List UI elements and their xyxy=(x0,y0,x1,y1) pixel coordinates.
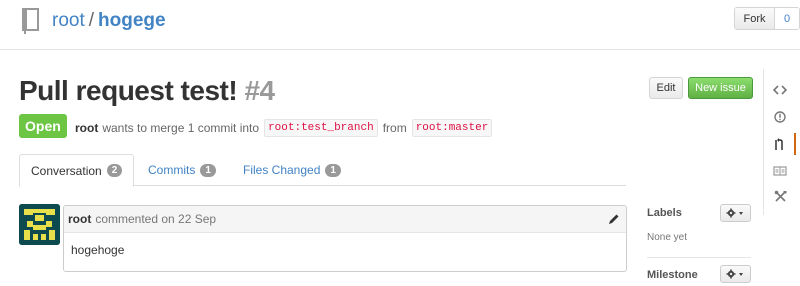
sidebar-divider xyxy=(647,257,751,258)
tab-conversation[interactable]: Conversation 2 xyxy=(19,154,135,187)
base-branch: root:test_branch xyxy=(264,119,378,137)
wiki-icon xyxy=(773,166,787,176)
pr-title-text: Pull request test! xyxy=(19,75,238,106)
nav-pull-requests[interactable] xyxy=(764,133,796,155)
nav-wiki[interactable] xyxy=(764,160,796,182)
identicon-image xyxy=(19,204,60,245)
fork-button-group: Fork 0 xyxy=(734,7,800,30)
fork-count[interactable]: 0 xyxy=(775,8,799,29)
from-text: from xyxy=(382,121,407,135)
nav-settings[interactable] xyxy=(764,185,796,207)
labels-heading: Labels xyxy=(647,207,682,219)
pr-tabs: Conversation 2 Commits 1 Files Changed 1 xyxy=(19,154,626,187)
gear-icon xyxy=(726,269,743,279)
gear-icon xyxy=(726,208,743,218)
pencil-icon[interactable] xyxy=(608,213,620,225)
comment-meta[interactable]: commented on 22 Sep xyxy=(95,212,216,226)
comment-body: hogehoge xyxy=(71,243,125,257)
repo-separator: / xyxy=(88,10,95,31)
labels-settings-button[interactable] xyxy=(720,204,751,222)
tab-commits[interactable]: Commits 1 xyxy=(137,154,227,186)
tab-count: 1 xyxy=(325,163,341,177)
pull-request-icon xyxy=(775,137,783,150)
nav-issues[interactable] xyxy=(764,106,796,128)
issues-icon xyxy=(774,111,786,123)
page-title: Pull request test! #4 xyxy=(19,75,275,107)
status-badge: Open xyxy=(19,114,67,138)
pr-number: #4 xyxy=(244,75,275,106)
milestone-heading: Milestone xyxy=(647,269,698,281)
tools-icon xyxy=(774,190,786,202)
nav-code[interactable] xyxy=(764,79,796,101)
tab-count: 1 xyxy=(200,163,216,177)
comment-box: root commented on 22 Sep hogehoge xyxy=(63,205,627,272)
head-branch: root:master xyxy=(411,119,493,137)
tab-label: Files Changed xyxy=(243,163,321,177)
tab-label: Commits xyxy=(148,163,196,177)
milestone-settings-button[interactable] xyxy=(720,265,751,283)
labels-value: None yet xyxy=(647,232,688,243)
tab-label: Conversation xyxy=(31,163,102,178)
fork-button[interactable]: Fork xyxy=(735,8,775,29)
comment-header: root commented on 22 Sep xyxy=(64,206,626,233)
comment-author-link[interactable]: root xyxy=(68,212,91,226)
repo-owner-link[interactable]: root xyxy=(52,10,85,31)
avatar[interactable] xyxy=(19,204,60,245)
repo-name-link[interactable]: hogege xyxy=(98,10,166,31)
code-icon xyxy=(773,85,787,95)
pr-author-link[interactable]: root xyxy=(75,121,98,135)
new-issue-button[interactable]: New issue xyxy=(688,77,753,99)
edit-button[interactable]: Edit xyxy=(649,77,683,99)
tab-files-changed[interactable]: Files Changed 1 xyxy=(232,154,352,186)
repo-book-icon xyxy=(22,8,39,34)
merge-text: wants to merge 1 commit into xyxy=(102,121,260,135)
pr-merge-info: root wants to merge 1 commit into root:t… xyxy=(75,119,497,137)
repo-title: root / hogege xyxy=(52,10,166,32)
repo-nav xyxy=(763,69,796,215)
repo-header: root / hogege Fork 0 xyxy=(0,0,800,50)
tab-count: 2 xyxy=(106,164,123,177)
